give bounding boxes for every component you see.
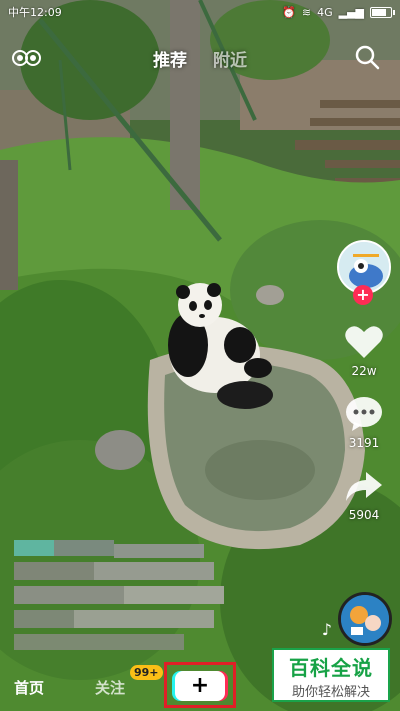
like-action[interactable]: 22w [344, 324, 384, 378]
share-count: 5904 [348, 508, 380, 522]
top-tabs: 推荐 附近 [0, 46, 400, 71]
comment-action[interactable]: 3191 [344, 396, 384, 450]
tab-recommend[interactable]: 推荐 [153, 46, 187, 71]
nav-home[interactable]: 首页 [14, 677, 44, 698]
comment-icon [346, 397, 382, 431]
signal-icon: ▂▄▆ [338, 5, 364, 19]
heart-icon [345, 326, 383, 358]
network-type: 4G [317, 5, 333, 19]
share-action[interactable]: 5904 [344, 468, 384, 522]
wifi-icon: ≋ [301, 5, 312, 19]
tab-nearby[interactable]: 附近 [213, 46, 247, 71]
watermark-logo: 百科全说 助你轻松解决 [272, 648, 390, 702]
like-count: 22w [351, 364, 377, 378]
status-left: 中午12:09 [8, 4, 62, 20]
music-cover-image [341, 595, 389, 643]
battery-icon [370, 6, 395, 18]
alarm-icon: ⏰ [282, 5, 296, 19]
follow-plus-button[interactable]: + [353, 285, 373, 305]
watermark-subtitle: 助你轻松解决 [291, 685, 370, 700]
nav-follow[interactable]: 关注 [95, 677, 125, 698]
status-right: ⏰ ≋ 4G ▂▄▆ [282, 5, 395, 19]
music-note-icon: ♪ [321, 620, 332, 639]
status-bar: 中午12:09 ⏰ ≋ 4G ▂▄▆ [0, 0, 400, 24]
share-icon [346, 472, 382, 501]
right-action-rail: + 22w 3191 5904 [334, 240, 394, 522]
create-video-button[interactable]: + [175, 671, 225, 701]
comment-count: 3191 [348, 436, 380, 450]
search-icon[interactable] [354, 44, 380, 70]
status-time: 中午12:09 [8, 6, 62, 19]
watermark-title: 百科全说 [289, 656, 373, 680]
follow-badge: 99+ [130, 665, 163, 680]
music-disc[interactable] [338, 592, 392, 646]
caption-area-blurred [14, 540, 234, 652]
